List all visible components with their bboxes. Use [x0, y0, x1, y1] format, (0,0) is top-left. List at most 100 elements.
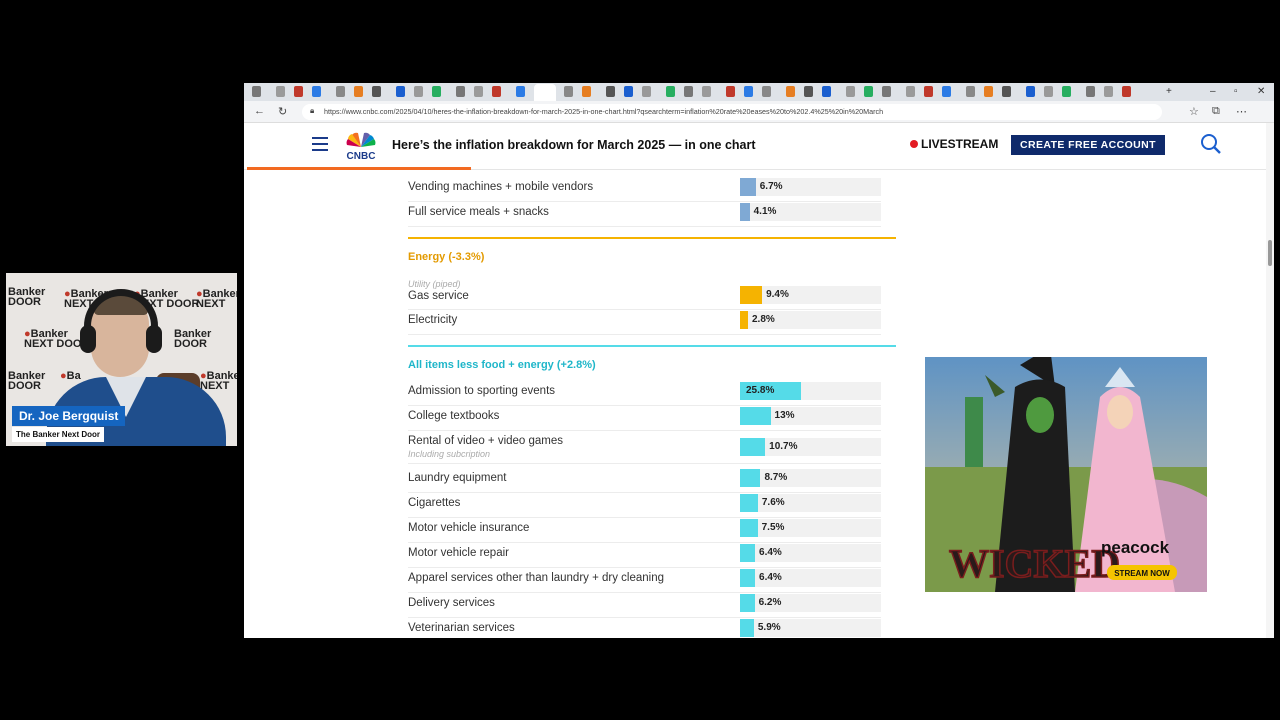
browser-tab[interactable] — [492, 86, 501, 97]
more-icon[interactable]: ⋯ — [1236, 105, 1247, 118]
row-label: Motor vehicle insurance — [408, 522, 530, 534]
browser-tab[interactable] — [906, 86, 915, 97]
row-label: Laundry equipment — [408, 472, 507, 484]
browser-tab[interactable] — [762, 86, 771, 97]
browser-tab[interactable] — [516, 86, 525, 97]
new-tab-icon[interactable]: + — [1166, 86, 1172, 97]
browser-tab[interactable] — [924, 86, 933, 97]
section-title: All items less food + energy (+2.8%) — [408, 359, 596, 371]
browser-tab[interactable] — [312, 86, 321, 97]
section-rule — [408, 237, 896, 239]
back-icon[interactable]: ← — [254, 105, 265, 117]
presenter-name: Dr. Joe Bergquist — [12, 406, 126, 426]
address-bar[interactable]: 🔒︎ https://www.cnbc.com/2025/04/10/heres… — [302, 104, 1162, 120]
browser-tab[interactable] — [984, 86, 993, 97]
bar-track: 8.7% — [740, 469, 881, 487]
browser-tab[interactable] — [702, 86, 711, 97]
search-icon[interactable] — [1200, 133, 1222, 155]
cnbc-logo[interactable]: CNBC — [340, 129, 382, 162]
browser-tab[interactable] — [294, 86, 303, 97]
browser-window: + – ▫ ✕ ← ↻ 🔒︎ https://www.cnbc.com/2025… — [244, 83, 1274, 638]
browser-tab[interactable] — [276, 86, 285, 97]
browser-tab[interactable] — [372, 86, 381, 97]
watermark: Banker DOOR — [8, 370, 46, 392]
row-sublabel: Utility (piped) — [408, 279, 461, 289]
row-divider — [408, 334, 881, 335]
web-page: CNBC Here’s the inflation breakdown for … — [244, 123, 1274, 638]
browser-tab[interactable] — [822, 86, 831, 97]
menu-icon[interactable] — [312, 137, 328, 151]
bar-value-label: 25.8% — [746, 385, 775, 396]
browser-tab[interactable] — [252, 86, 261, 97]
row-label: Gas service — [408, 290, 469, 302]
browser-tab[interactable] — [456, 86, 465, 97]
browser-tab[interactable] — [414, 86, 423, 97]
browser-tab[interactable] — [864, 86, 873, 97]
browser-tab[interactable] — [1086, 86, 1095, 97]
browser-tab[interactable] — [726, 86, 735, 97]
browser-tab[interactable] — [606, 86, 615, 97]
maximize-icon[interactable]: ▫ — [1234, 86, 1238, 97]
row-divider — [408, 226, 881, 227]
browser-tab[interactable] — [1104, 86, 1113, 97]
minimize-icon[interactable]: – — [1210, 86, 1216, 97]
advertisement[interactable]: WICKED peacock STREAM NOW — [925, 357, 1207, 592]
browser-tab[interactable] — [666, 86, 675, 97]
browser-tab[interactable] — [966, 86, 975, 97]
browser-tab[interactable] — [1062, 86, 1071, 97]
browser-tab[interactable] — [744, 86, 753, 97]
browser-tab[interactable] — [624, 86, 633, 97]
bar-track: 7.6% — [740, 494, 881, 512]
active-tab[interactable] — [534, 84, 556, 101]
browser-tab[interactable] — [396, 86, 405, 97]
reading-progress-bar — [247, 167, 471, 170]
bar-value-label: 13% — [774, 410, 795, 421]
create-account-button[interactable]: CREATE FREE ACCOUNT — [1011, 135, 1165, 155]
bar-value-label: 10.7% — [769, 441, 798, 452]
bar — [740, 203, 750, 221]
browser-tab[interactable] — [942, 86, 951, 97]
row-label: Delivery services — [408, 597, 495, 609]
article-headline: Here’s the inflation breakdown for March… — [392, 138, 756, 152]
browser-tab[interactable] — [846, 86, 855, 97]
bar-track: 6.4% — [740, 544, 881, 562]
lock-icon[interactable]: 🔒︎ — [310, 106, 314, 116]
bar-track: 13% — [740, 407, 881, 425]
browser-tab[interactable] — [684, 86, 693, 97]
browser-tab[interactable] — [432, 86, 441, 97]
livestream-link[interactable]: LIVESTREAM — [910, 137, 998, 151]
browser-tab[interactable] — [336, 86, 345, 97]
browser-tab[interactable] — [474, 86, 483, 97]
bar — [740, 407, 771, 425]
browser-tab[interactable] — [354, 86, 363, 97]
row-divider — [408, 617, 881, 618]
row-label: College textbooks — [408, 410, 500, 422]
bar-value-label: 6.4% — [759, 547, 782, 558]
close-icon[interactable]: ✕ — [1257, 86, 1265, 97]
browser-tab[interactable] — [786, 86, 795, 97]
collections-icon[interactable]: ⧉ — [1212, 105, 1220, 118]
browser-tab[interactable] — [642, 86, 651, 97]
bar — [740, 311, 748, 329]
bar-track: 6.2% — [740, 594, 881, 612]
browser-tab[interactable] — [1044, 86, 1053, 97]
browser-tab[interactable] — [582, 86, 591, 97]
scrollbar-thumb[interactable] — [1268, 240, 1272, 266]
page-scrollbar[interactable] — [1266, 123, 1274, 638]
browser-tab[interactable] — [882, 86, 891, 97]
row-label: Vending machines + mobile vendors — [408, 181, 594, 193]
live-dot-icon — [910, 140, 918, 148]
bar — [740, 494, 758, 512]
webcam-overlay: BankerDOOR ●BankerNEXT DOOR ●BankerNEXT … — [6, 273, 237, 446]
watermark: ●BankerNEXT — [200, 370, 237, 392]
refresh-icon[interactable]: ↻ — [278, 105, 287, 118]
favorite-icon[interactable]: ☆ — [1189, 105, 1199, 118]
browser-tab[interactable] — [1026, 86, 1035, 97]
bar — [740, 619, 754, 637]
row-divider — [408, 430, 881, 431]
browser-tab[interactable] — [1122, 86, 1131, 97]
browser-tab[interactable] — [564, 86, 573, 97]
bar — [740, 286, 763, 304]
browser-tab[interactable] — [1002, 86, 1011, 97]
browser-tab[interactable] — [804, 86, 813, 97]
